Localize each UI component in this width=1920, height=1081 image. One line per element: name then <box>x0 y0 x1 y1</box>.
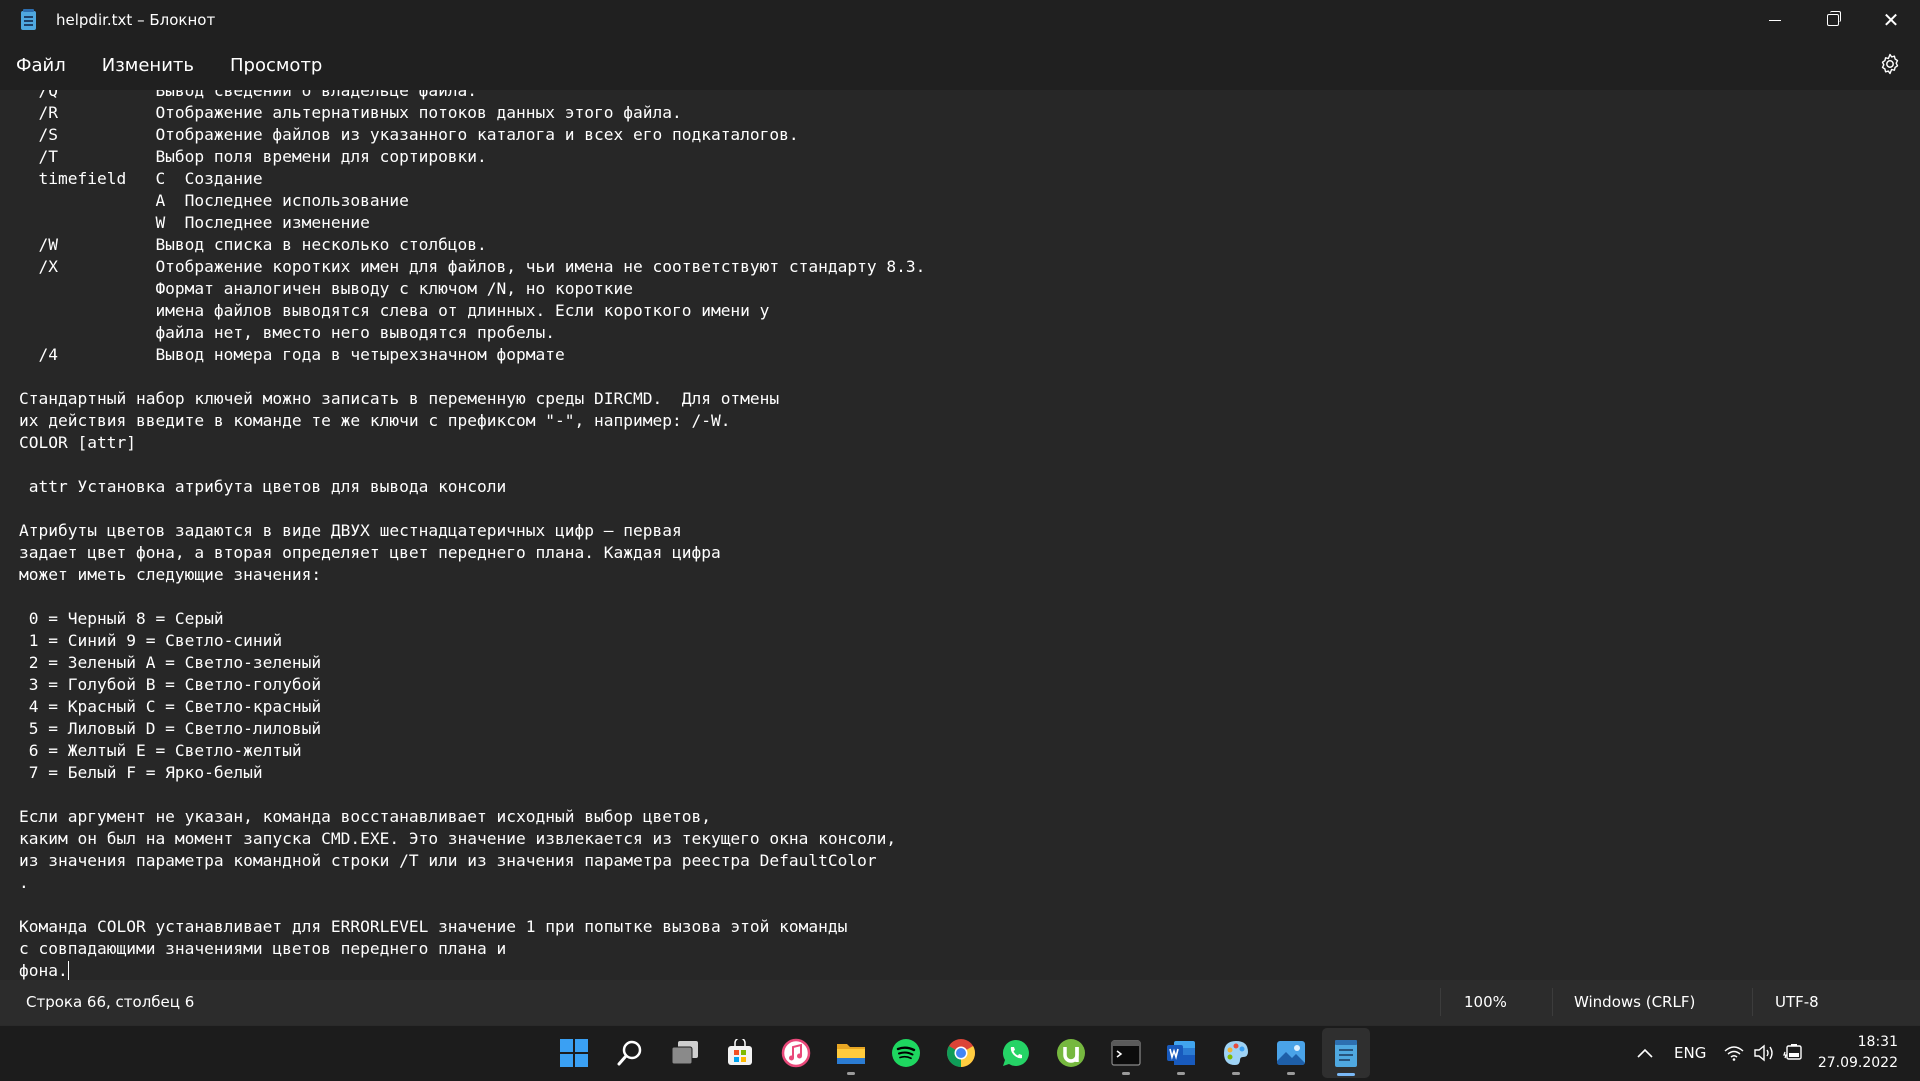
status-separator <box>1752 988 1753 1016</box>
file-explorer-icon[interactable] <box>835 1037 867 1069</box>
restore-icon <box>1827 11 1841 26</box>
minimize-icon <box>1769 19 1781 21</box>
terminal-icon[interactable] <box>1110 1037 1142 1069</box>
task-view-icon[interactable] <box>669 1037 701 1069</box>
paint-3d-icon[interactable] <box>1220 1037 1252 1069</box>
running-indicator <box>1122 1072 1130 1075</box>
notepad-taskbar-icon[interactable] <box>1330 1037 1362 1069</box>
wifi-icon[interactable] <box>1718 1037 1750 1069</box>
window-title: helpdir.txt – Блокнот <box>56 11 216 29</box>
minimize-button[interactable] <box>1746 0 1804 40</box>
spotify-icon[interactable] <box>890 1037 922 1069</box>
active-indicator <box>1337 1073 1355 1076</box>
whatsapp-icon[interactable] <box>1000 1037 1032 1069</box>
search-icon[interactable] <box>614 1037 646 1069</box>
taskbar: ENG 18:31 27.09.2022 <box>0 1025 1920 1081</box>
close-button[interactable]: ✕ <box>1862 0 1920 40</box>
notepad-icon <box>21 8 36 30</box>
menu-file[interactable]: Файл <box>0 55 84 76</box>
status-separator <box>1440 988 1441 1016</box>
menu-bar: Файл Изменить Просмотр <box>0 40 1920 90</box>
status-bar: Строка 66, столбец 6 100% Windows (CRLF)… <box>0 980 1920 1025</box>
windows-start-icon[interactable] <box>558 1037 590 1069</box>
editor-content[interactable]: /Q Вывод сведений о владельце файла. /R … <box>19 90 925 980</box>
cursor-position: Строка 66, столбец 6 <box>26 993 195 1011</box>
itunes-icon[interactable] <box>780 1037 812 1069</box>
running-indicator <box>1287 1072 1295 1075</box>
clock[interactable]: 18:31 27.09.2022 <box>1818 1032 1898 1074</box>
text-editor[interactable]: /Q Вывод сведений о владельце файла. /R … <box>0 90 1920 980</box>
running-indicator <box>1177 1072 1185 1075</box>
running-indicator <box>1232 1072 1240 1075</box>
chevron-up-icon[interactable] <box>1629 1037 1661 1069</box>
window-controls: ✕ <box>1746 0 1920 40</box>
text-caret <box>67 961 69 980</box>
microsoft-store-icon[interactable] <box>724 1037 756 1069</box>
menu-edit[interactable]: Изменить <box>84 55 212 76</box>
clock-time: 18:31 <box>1857 1034 1898 1050</box>
line-ending[interactable]: Windows (CRLF) <box>1574 993 1695 1011</box>
encoding[interactable]: UTF-8 <box>1775 993 1819 1011</box>
zoom-level[interactable]: 100% <box>1464 993 1507 1011</box>
close-icon: ✕ <box>1882 8 1900 32</box>
status-separator <box>1552 988 1553 1016</box>
volume-icon[interactable] <box>1748 1037 1780 1069</box>
language-indicator[interactable]: ENG <box>1674 1044 1706 1062</box>
chrome-icon[interactable] <box>945 1037 977 1069</box>
photos-icon[interactable] <box>1275 1037 1307 1069</box>
word-icon[interactable] <box>1165 1037 1197 1069</box>
running-indicator <box>847 1072 855 1075</box>
clock-date: 27.09.2022 <box>1817 1055 1898 1071</box>
restore-button[interactable] <box>1804 0 1862 40</box>
menu-view[interactable]: Просмотр <box>212 55 340 76</box>
utorrent-icon[interactable] <box>1055 1037 1087 1069</box>
title-bar: helpdir.txt – Блокнот ✕ <box>0 0 1920 40</box>
settings-gear-icon[interactable] <box>1878 52 1902 76</box>
battery-charging-icon[interactable] <box>1778 1037 1810 1069</box>
